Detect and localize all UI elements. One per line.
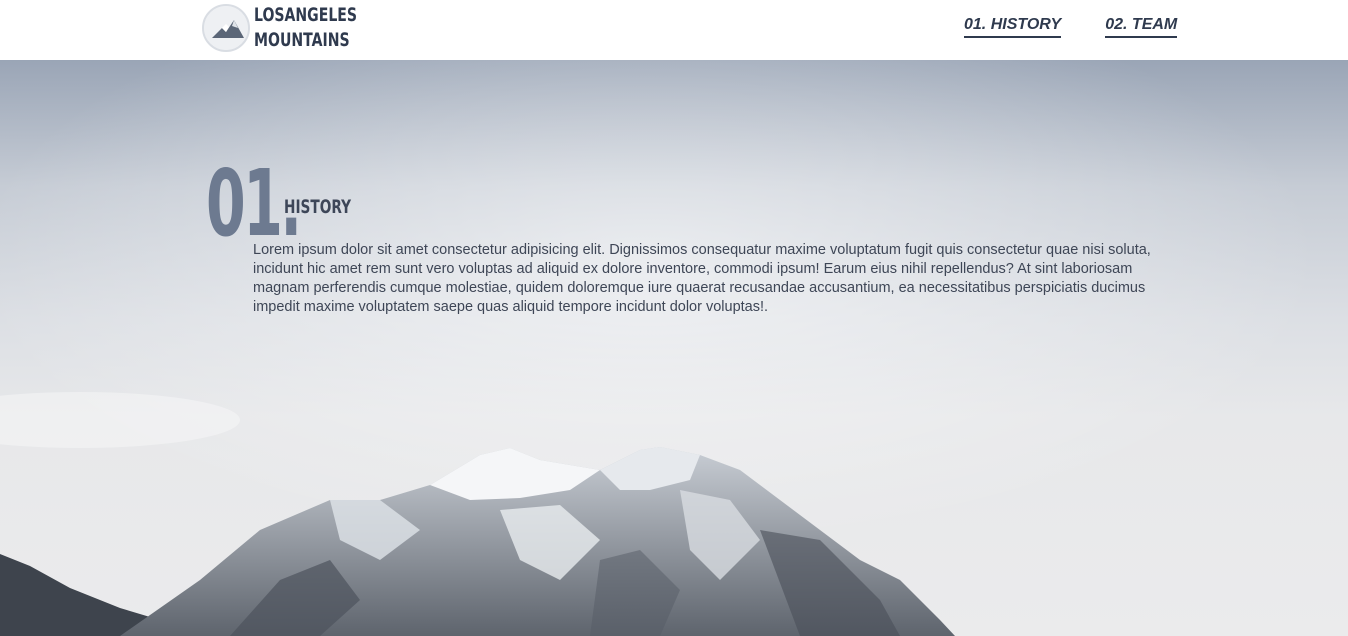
nav-link-team[interactable]: 02. TEAM — [1105, 16, 1178, 38]
hero-section: 01. HISTORY Lorem ipsum dolor sit amet c… — [0, 60, 1348, 636]
logo-line1: LOSANGELES — [254, 4, 358, 26]
nav-link-history[interactable]: 01. HISTORY — [964, 16, 1062, 38]
section-title: HISTORY — [284, 196, 352, 218]
logo-wordmark: LOSANGELES MOUNTAINS — [254, 3, 357, 53]
main-nav: 01. HISTORY 02. TEAM — [964, 16, 1178, 38]
mountain-background-image — [0, 60, 1348, 636]
logo-line2: MOUNTAINS — [254, 29, 350, 51]
site-logo[interactable]: LOSANGELES MOUNTAINS — [202, 3, 393, 53]
site-header: LOSANGELES MOUNTAINS 01. HISTORY 02. TEA… — [0, 0, 1348, 60]
section-body-text: Lorem ipsum dolor sit amet consectetur a… — [253, 242, 1151, 315]
mountain-logo-icon — [202, 4, 250, 52]
